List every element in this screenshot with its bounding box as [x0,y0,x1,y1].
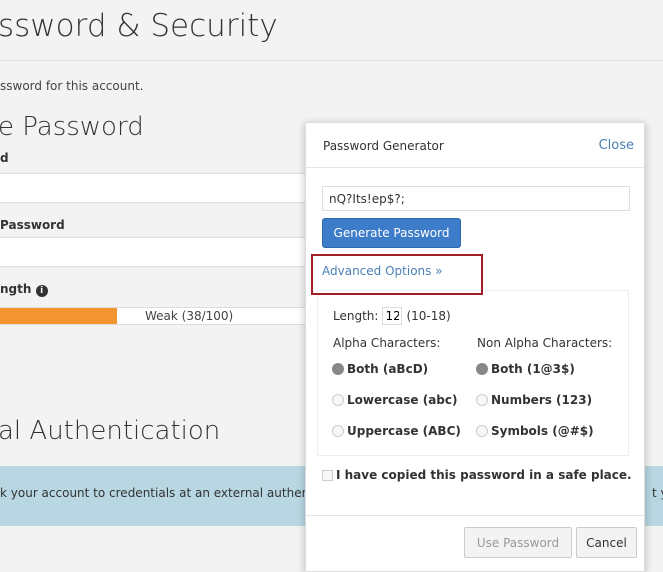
external-auth-title: al Authentication [0,416,221,446]
length-row: Length: (10-18) [333,307,451,325]
info-icon[interactable]: i [35,285,48,297]
radio-nonalpha-both[interactable]: Both (1@3$) [476,362,575,376]
divider [0,60,663,61]
length-range: (10-18) [406,309,451,323]
strength-fill [0,308,118,324]
modal-title: Password Generator [323,139,444,153]
generated-password-input[interactable] [322,186,630,211]
radio-nonalpha-numbers[interactable]: Numbers (123) [476,393,592,407]
radio-icon [476,425,488,437]
radio-icon [332,394,344,406]
use-password-button[interactable]: Use Password [464,527,572,558]
radio-icon [476,394,488,406]
banner-text: k your account to credentials at an exte… [0,486,318,500]
field-label: Password [0,218,65,232]
radio-icon [476,363,488,375]
radio-alpha-lowercase[interactable]: Lowercase (abc) [332,393,457,407]
field-label: d [0,151,9,165]
radio-alpha-uppercase[interactable]: Uppercase (ABC) [332,424,461,438]
checkbox-icon [322,469,333,481]
banner-text-right: t y [652,486,663,500]
page-title: ssword & Security [0,8,278,44]
section-title: e Password [0,112,144,142]
modal-header: Password Generator Close [306,123,644,168]
close-link[interactable]: Close [599,138,634,153]
strength-label-text: ngth [0,282,32,296]
new-password-input[interactable] [0,173,310,203]
page-description: ssword for this account. [0,79,144,93]
advanced-options-link[interactable]: Advanced Options » [322,264,443,278]
length-input[interactable] [382,307,403,325]
confirm-password-input[interactable] [0,237,310,267]
radio-alpha-both[interactable]: Both (aBcD) [332,362,428,376]
strength-text: Weak (38/100) [145,309,234,323]
strength-label: ngth i [0,282,48,297]
generate-password-button[interactable]: Generate Password [322,218,461,248]
radio-icon [332,425,344,437]
nonalpha-label: Non Alpha Characters: [477,336,613,350]
strength-meter: Weak (38/100) [0,307,310,325]
alpha-label: Alpha Characters: [333,336,441,350]
modal-footer-divider [306,515,644,516]
copied-checkbox[interactable]: I have copied this password in a safe pl… [322,468,632,482]
cancel-button[interactable]: Cancel [576,527,637,558]
radio-icon [332,363,344,375]
radio-nonalpha-symbols[interactable]: Symbols (@#$) [476,424,594,438]
length-label: Length: [333,309,379,323]
